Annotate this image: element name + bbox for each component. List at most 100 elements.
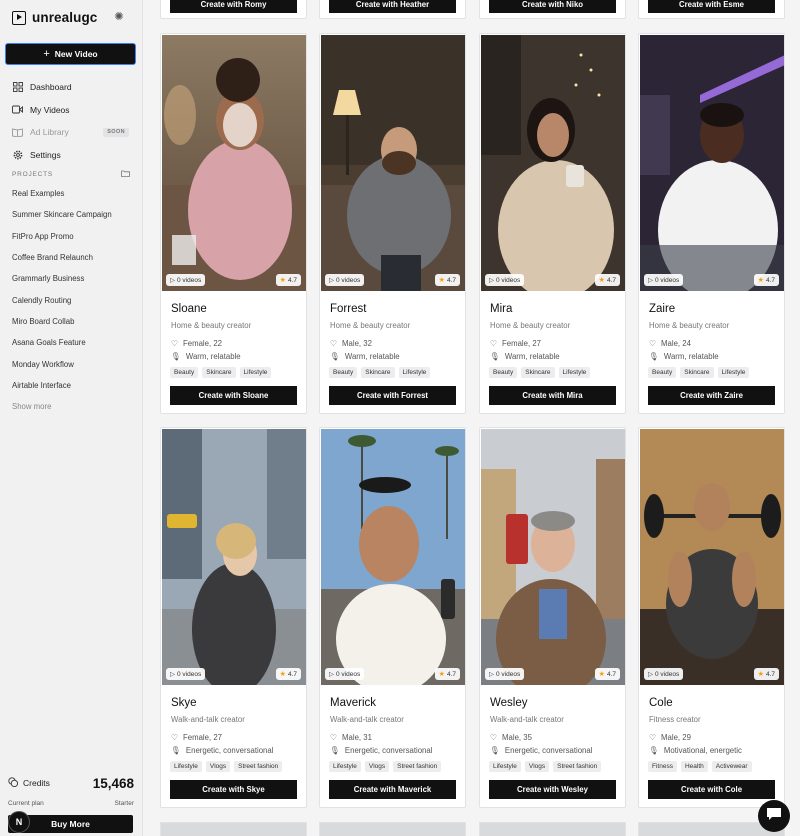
creator-card-partial[interactable] [319,822,466,836]
nav-item-ad-library[interactable]: Ad Library SOON [12,121,132,144]
creator-photo[interactable] [162,429,306,685]
creator-name: Sloane [171,303,207,315]
create-button[interactable]: Create with Mira [489,386,616,405]
creator-role: Walk-and-talk creator [171,715,245,724]
video-count: 0 videos [655,276,680,284]
nav-label: Settings [30,149,61,160]
video-count-pill: ▷ 0 videos [485,668,525,680]
tag: Skincare [680,367,714,378]
create-button[interactable]: Create with Skye [170,780,297,799]
tag-list: Beauty Skincare Lifestyle [329,367,431,378]
rating-pill: ★ 4.7 [275,274,301,286]
tag: Fitness [648,761,677,772]
creator-name: Maverick [330,697,377,709]
create-button[interactable]: Create with Niko [489,0,616,13]
create-button[interactable]: Create with Esme [648,0,775,13]
creator-card[interactable]: ▷ 0 videos ★ 4.7 Cole Fitness creator ♡ Mal… [638,427,785,808]
heart-icon: ♡ [330,339,337,348]
nav-item-my-videos[interactable]: My Videos [12,99,132,122]
creator-card[interactable]: ▷ 0 videos ★ 4.7 Maverick Walk-and-talk cr… [319,427,466,808]
heart-icon: ♡ [330,733,337,742]
create-button[interactable]: Create with Zaire [648,386,775,405]
brand[interactable]: unrealugc [12,10,97,25]
creator-photo[interactable] [481,35,625,291]
creator-card[interactable]: ▷ 0 videos ★ 4.7 Sloane Home & beauty crea… [160,33,307,414]
sun-icon[interactable]: ✺ [113,11,125,23]
creator-photo[interactable] [162,35,306,291]
play-logo-icon [12,10,26,25]
creator-demographic: ♡ Female, 27 [490,339,541,348]
creator-card[interactable]: ▷ 0 videos ★ 4.7 Zaire Home & beauty creat… [638,33,785,414]
tag: Street fashion [234,761,283,772]
nav-label: My Videos [30,104,70,115]
nav-item-dashboard[interactable]: Dashboard [12,76,132,99]
creator-card-partial[interactable] [160,822,307,836]
video-count-pill: ▷ 0 videos [644,274,684,286]
creator-photo[interactable] [321,35,465,291]
nav-label: Dashboard [30,82,72,93]
video-count: 0 videos [496,670,521,678]
creator-card[interactable]: ▷ 0 videos ★ 4.7 Skye Walk-and-talk creato… [160,427,307,808]
project-item[interactable]: FitPro App Promo [12,226,137,247]
new-video-button[interactable]: + New Video [5,43,136,65]
project-item[interactable]: Coffee Brand Relaunch [12,247,137,268]
create-button[interactable]: Create with Sloane [170,386,297,405]
creator-card-partial: Create with Niko [479,0,626,19]
video-count-pill: ▷ 0 videos [166,668,206,680]
create-button[interactable]: Create with Romy [170,0,297,13]
creator-photo[interactable] [640,35,784,291]
creator-demographic: ♡ Female, 22 [171,339,222,348]
video-count: 0 videos [336,276,361,284]
creator-role: Home & beauty creator [171,321,252,330]
chat-support-button[interactable] [758,800,790,832]
creator-photo[interactable] [640,429,784,685]
heart-icon: ♡ [490,733,497,742]
creator-demographic: ♡ Male, 29 [649,733,691,742]
rating-value: 4.7 [287,670,297,678]
plan-row: Current plan Starter [8,800,134,807]
nav-item-settings[interactable]: Settings [12,144,132,167]
creator-card[interactable]: ▷ 0 videos ★ 4.7 Forrest Home & beauty cre… [319,33,466,414]
rating-value: 4.7 [606,276,616,284]
heart-icon: ♡ [649,339,656,348]
project-item[interactable]: Real Examples [12,183,137,204]
creator-name: Mira [490,303,513,315]
project-list: Real Examples Summer Skincare Campaign F… [12,183,137,417]
creator-card-partial[interactable] [479,822,626,836]
create-button[interactable]: Create with Wesley [489,780,616,799]
creator-photo[interactable] [481,429,625,685]
create-button[interactable]: Create with Heather [329,0,456,13]
creator-card[interactable]: ▷ 0 videos ★ 4.7 Mira Home & beauty creato… [479,33,626,414]
video-count: 0 videos [655,670,680,678]
show-more-link[interactable]: Show more [12,396,137,417]
project-item[interactable]: Grammarly Business [12,268,137,289]
creator-card-partial: Create with Romy [160,0,307,19]
folder-icon[interactable] [121,170,130,179]
create-button[interactable]: Create with Cole [648,780,775,799]
creator-tone: 🎙︎ Energetic, conversational [330,746,432,755]
creator-card[interactable]: ▷ 0 videos ★ 4.7 Wesley Walk-and-talk crea… [479,427,626,808]
tone-text: Energetic, conversational [185,746,274,755]
star-icon: ★ [598,671,605,678]
project-item[interactable]: Calendly Routing [12,289,137,310]
gear-icon [12,149,23,160]
tag-list: Lifestyle Vlogs Street fashion [170,761,283,772]
project-item[interactable]: Miro Board Collab [12,311,137,332]
create-button[interactable]: Create with Forrest [329,386,456,405]
project-item[interactable]: Asana Goals Feature [12,332,137,353]
soon-badge: SOON [103,127,129,137]
project-item[interactable]: Airtable Interface [12,375,137,396]
creator-name: Forrest [330,303,367,315]
demographic-text: Female, 27 [183,733,223,742]
creator-photo[interactable] [321,429,465,685]
project-item[interactable]: Monday Workflow [12,353,137,374]
create-button[interactable]: Create with Maverick [329,780,456,799]
plan-value: Starter [114,800,134,807]
video-count-pill: ▷ 0 videos [485,274,525,286]
brand-name: unrealugc [32,10,98,25]
user-badge[interactable]: N [8,811,30,833]
tone-text: Warm, relatable [185,352,241,361]
video-count: 0 videos [496,276,521,284]
project-item[interactable]: Summer Skincare Campaign [12,204,137,225]
creator-name: Zaire [649,303,676,315]
